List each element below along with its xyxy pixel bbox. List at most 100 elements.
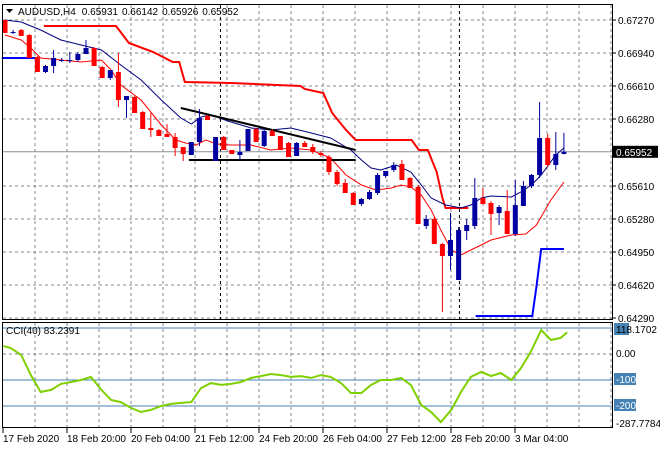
candle-body bbox=[26, 35, 32, 58]
candle bbox=[334, 170, 340, 186]
candle bbox=[488, 201, 494, 235]
candle-body bbox=[431, 219, 437, 244]
time-label: 24 Feb 20:00 bbox=[259, 434, 318, 445]
candle bbox=[132, 96, 138, 113]
candle-body bbox=[439, 244, 445, 256]
candle-body bbox=[286, 143, 291, 157]
candle-body bbox=[213, 137, 219, 161]
candle bbox=[310, 144, 316, 154]
price-label: 0.64950 bbox=[618, 248, 655, 259]
price-label: 0.65280 bbox=[618, 215, 655, 226]
candle-body bbox=[99, 67, 105, 78]
candle bbox=[391, 162, 397, 172]
candle-body bbox=[545, 138, 551, 165]
candle bbox=[26, 34, 32, 58]
candle-body bbox=[43, 66, 48, 72]
candle-body bbox=[253, 129, 259, 142]
symbol-label: AUDUSD,H4 bbox=[18, 7, 76, 18]
candle-body bbox=[334, 172, 340, 184]
price-axis[interactable]: 0.67270 0.66940 0.66610 0.66280 0.65610 0.652… bbox=[612, 16, 658, 325]
candle bbox=[553, 132, 559, 170]
candle bbox=[180, 147, 186, 161]
candle bbox=[213, 137, 219, 161]
time-axis[interactable]: 17 Feb 2020 18 Feb 20:00 20 Feb 04:00 21 Fe… bbox=[2, 428, 569, 445]
candle-body bbox=[496, 207, 502, 213]
candle-body bbox=[205, 116, 210, 120]
candle bbox=[43, 65, 48, 73]
time-label: 26 Feb 04:00 bbox=[323, 434, 382, 445]
candle bbox=[537, 102, 543, 178]
high-value: 0.66142 bbox=[122, 7, 159, 18]
candle-body bbox=[132, 97, 138, 113]
candle-body bbox=[326, 157, 332, 172]
candle bbox=[124, 96, 129, 118]
candle-body bbox=[75, 54, 81, 60]
candle-body bbox=[18, 30, 24, 36]
candle bbox=[115, 53, 121, 107]
candle bbox=[375, 173, 381, 195]
grid bbox=[3, 5, 612, 427]
candle bbox=[512, 180, 518, 236]
candle bbox=[496, 205, 502, 225]
candle bbox=[34, 56, 40, 72]
candle-body bbox=[237, 152, 243, 155]
cci-axis: 118.1702 0.00 -100 -200 -287.7784 bbox=[614, 323, 660, 430]
candle bbox=[383, 171, 389, 178]
candle bbox=[545, 134, 551, 167]
price-window[interactable] bbox=[1, 19, 612, 317]
trendline bbox=[180, 107, 356, 151]
time-label: 28 Feb 20:00 bbox=[451, 434, 510, 445]
candle bbox=[520, 181, 526, 206]
candle-body bbox=[107, 70, 113, 78]
candle bbox=[350, 192, 356, 205]
candle-body bbox=[294, 143, 300, 156]
cci-axis-label: 118.1702 bbox=[616, 325, 657, 336]
candle bbox=[156, 129, 162, 136]
candle-body bbox=[391, 165, 397, 170]
candle bbox=[342, 179, 348, 193]
candle bbox=[148, 113, 154, 137]
candle-body bbox=[512, 205, 518, 234]
candle-body bbox=[221, 137, 227, 150]
dropdown-triangle-icon[interactable] bbox=[6, 9, 13, 13]
candle-body bbox=[67, 60, 73, 61]
candle-body bbox=[10, 32, 16, 33]
current-price-label: 0.65952 bbox=[616, 148, 653, 159]
candle bbox=[326, 155, 332, 175]
candle bbox=[91, 47, 97, 66]
candle-body bbox=[156, 130, 162, 136]
trading-chart[interactable]: AUDUSD,H4 0.65931 0.66142 0.65926 0.65952 CC… bbox=[0, 0, 660, 450]
candle-body bbox=[529, 175, 534, 186]
price-label: 0.65610 bbox=[618, 182, 655, 193]
svg-text:AUDUSD,H40.659310.661420.65926: AUDUSD,H4 0.65931 0.66142 0.65926 0.65952 bbox=[18, 7, 239, 18]
time-label: 3 Mar 04:00 bbox=[515, 434, 569, 445]
candle bbox=[2, 20, 8, 33]
open-value: 0.65931 bbox=[82, 7, 119, 18]
candle bbox=[358, 198, 364, 206]
candle-body bbox=[188, 142, 194, 155]
candle bbox=[196, 109, 202, 146]
candle bbox=[229, 150, 235, 154]
candle-body bbox=[148, 128, 154, 130]
candle-body bbox=[367, 192, 372, 199]
cci-label: CCI(40) 83.2391 bbox=[6, 326, 80, 337]
cci-axis-label: 0.00 bbox=[616, 349, 636, 360]
candle-body bbox=[34, 57, 40, 72]
candle bbox=[140, 111, 146, 129]
chart-header: AUDUSD,H4 0.65931 0.66142 0.65926 0.65952 bbox=[6, 7, 239, 18]
low-value: 0.65926 bbox=[162, 7, 199, 18]
candle bbox=[164, 124, 170, 137]
fast-ma-line bbox=[4, 34, 565, 256]
candle bbox=[172, 133, 178, 156]
candle-body bbox=[261, 131, 267, 146]
candle bbox=[294, 142, 300, 156]
candle bbox=[10, 30, 16, 34]
candle-body bbox=[172, 137, 178, 148]
candle bbox=[407, 177, 413, 188]
candle-body bbox=[2, 20, 8, 33]
price-label: 0.66610 bbox=[618, 82, 655, 93]
candle-body bbox=[561, 151, 567, 154]
candle bbox=[286, 142, 291, 157]
cci-window[interactable] bbox=[3, 327, 612, 424]
candle bbox=[399, 160, 405, 180]
